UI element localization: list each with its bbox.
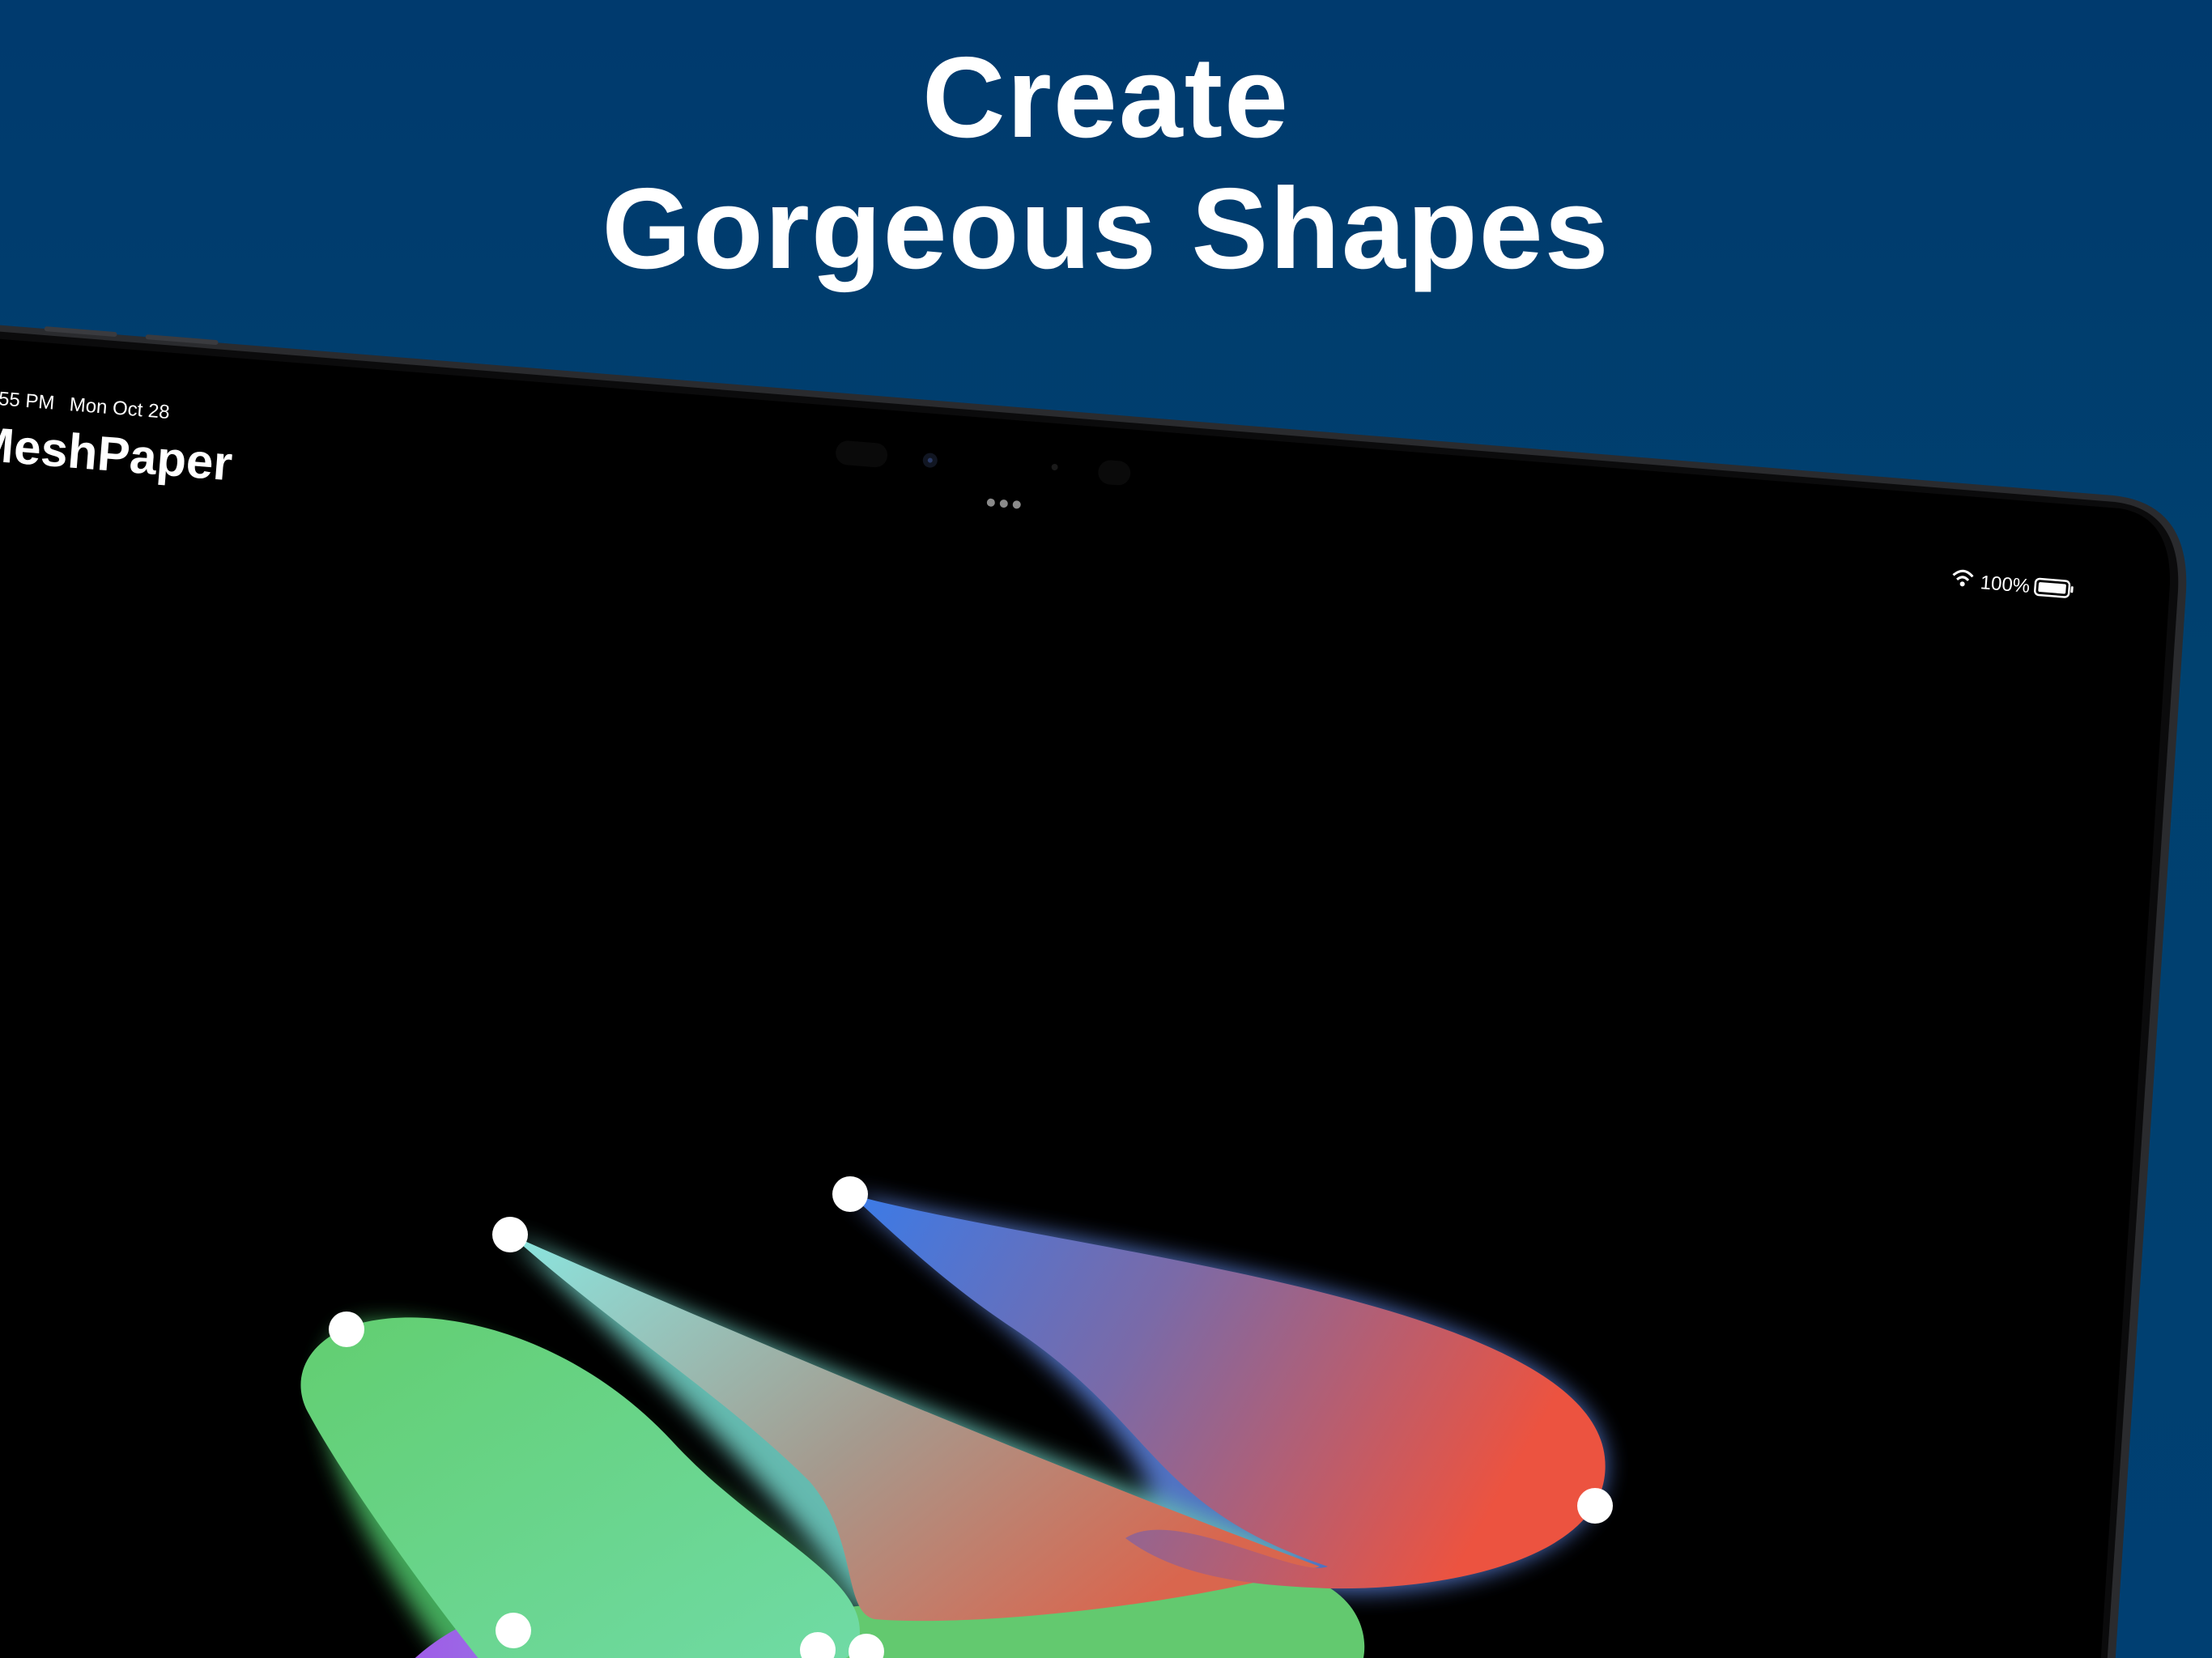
control-point-handle[interactable] <box>1577 1488 1613 1524</box>
app-canvas[interactable]: 55 PM Mon Oct 28 MeshPaper 100% <box>0 340 2212 1658</box>
battery-percent: 100% <box>1980 572 2031 597</box>
control-point-handle[interactable] <box>496 1613 531 1648</box>
ipad-device: 55 PM Mon Oct 28 MeshPaper 100% <box>0 325 2212 1658</box>
control-point-handle[interactable] <box>492 1217 528 1252</box>
control-point-handle[interactable] <box>329 1312 364 1347</box>
control-point-handle[interactable] <box>832 1176 868 1212</box>
status-time: 55 PM <box>0 388 55 414</box>
